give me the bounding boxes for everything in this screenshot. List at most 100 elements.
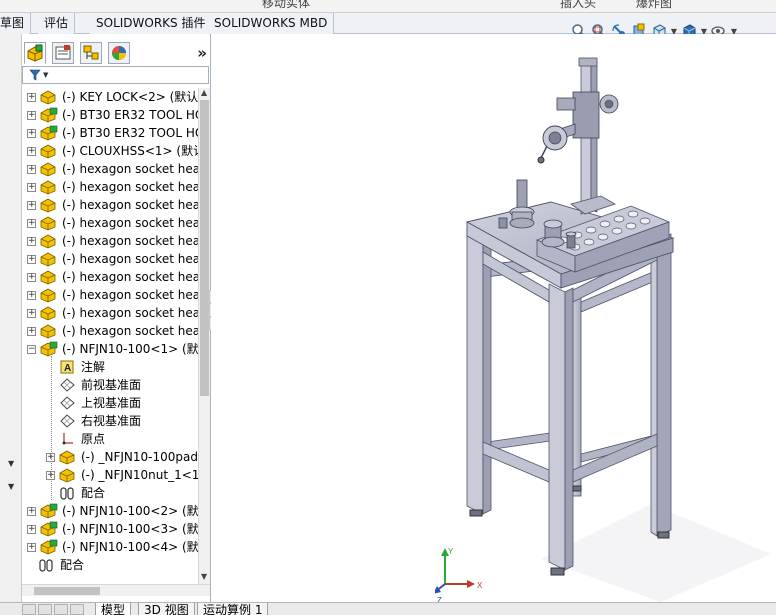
tab-solidworks-addins[interactable]: SOLIDWORKS 插件 bbox=[90, 13, 213, 34]
configuration-manager-tab[interactable] bbox=[80, 42, 102, 64]
tree-item[interactable]: 前视基准面 bbox=[22, 376, 198, 394]
chevron-down-icon[interactable]: ▼ bbox=[43, 71, 48, 79]
tree-item[interactable]: + (-) hexagon socket hea bbox=[22, 196, 198, 214]
tree-item[interactable]: + (-) hexagon socket hea bbox=[22, 322, 198, 340]
solidworks-window: 移动实体 插入头 爆炸图 草图 评估 SOLIDWORKS 插件 SOLIDWO… bbox=[0, 0, 776, 615]
tree-item-label: (-) hexagon socket hea bbox=[62, 324, 198, 338]
tab-motion-study-1[interactable]: 运动算例 1 bbox=[197, 603, 269, 615]
tree-item[interactable]: + (-) BT30 ER32 TOOL HO bbox=[22, 124, 198, 142]
scroll-down-arrow-icon[interactable]: ▼ bbox=[201, 572, 207, 581]
expand-toggle-icon[interactable]: + bbox=[27, 273, 36, 282]
expand-toggle-icon[interactable]: + bbox=[27, 219, 36, 228]
expand-toggle-icon[interactable]: + bbox=[27, 93, 36, 102]
tab-3d-view[interactable]: 3D 视图 bbox=[138, 603, 195, 615]
assembly-icon bbox=[40, 341, 58, 357]
tree-item[interactable]: − (-) NFJN10-100<1> (默 bbox=[22, 340, 198, 358]
expand-toggle-icon[interactable]: + bbox=[27, 543, 36, 552]
tree-item[interactable]: A 注解 bbox=[22, 358, 198, 376]
tree-item[interactable]: + (-) hexagon socket hea bbox=[22, 250, 198, 268]
tree-vertical-scrollbar[interactable]: ▲ ▼ bbox=[198, 88, 210, 584]
plane-icon bbox=[59, 377, 77, 393]
expand-toggle-icon[interactable]: + bbox=[27, 255, 36, 264]
tree-item-label: (-) CLOUXHSS<1> (默认 bbox=[62, 144, 198, 158]
tab-model[interactable]: 模型 bbox=[95, 603, 132, 615]
tree-item[interactable]: + (-) NFJN10-100<3> (默 bbox=[22, 520, 198, 538]
scrollbar-thumb[interactable] bbox=[200, 100, 209, 396]
tree-item[interactable]: + (-) hexagon socket hea bbox=[22, 232, 198, 250]
tree-item-label: 原点 bbox=[81, 432, 106, 446]
tree-connector-line bbox=[51, 356, 52, 500]
chevron-down-icon[interactable]: ▼ bbox=[8, 482, 14, 491]
tree-item[interactable]: + (-) NFJN10-100<4> (默 bbox=[22, 538, 198, 556]
tree-item[interactable]: + (-) hexagon socket hea bbox=[22, 286, 198, 304]
tree-item[interactable]: + (-) NFJN10-100<2> (默 bbox=[22, 502, 198, 520]
last-tab-button[interactable] bbox=[70, 604, 84, 615]
expand-toggle-icon[interactable]: + bbox=[27, 525, 36, 534]
expand-toggle-icon[interactable]: + bbox=[27, 507, 36, 516]
tree-item[interactable]: + (-) hexagon socket hea bbox=[22, 178, 198, 196]
tree-item[interactable]: + (-) hexagon socket hea bbox=[22, 160, 198, 178]
tree-item[interactable]: + (-) KEY LOCK<2> (默认 bbox=[22, 88, 198, 106]
part-icon bbox=[40, 197, 58, 213]
scroll-up-arrow-icon[interactable]: ▲ bbox=[201, 88, 207, 97]
insert-head-button[interactable]: 插入头 bbox=[560, 0, 596, 11]
part-icon bbox=[59, 467, 77, 483]
filter-icon[interactable] bbox=[29, 69, 41, 81]
expand-toggle-icon[interactable]: + bbox=[27, 147, 36, 156]
expand-toggle-icon[interactable]: + bbox=[27, 165, 36, 174]
tree-item[interactable]: + (-) hexagon socket hea bbox=[22, 304, 198, 322]
svg-text:A: A bbox=[64, 363, 71, 374]
exploded-view-button[interactable]: 爆炸图 bbox=[636, 0, 672, 11]
display-manager-icon bbox=[112, 46, 126, 60]
display-manager-tab[interactable] bbox=[108, 42, 130, 64]
expand-toggle-icon[interactable]: + bbox=[27, 327, 36, 336]
tree-item[interactable]: + (-) hexagon socket hea bbox=[22, 268, 198, 286]
tree-item[interactable]: 右视基准面 bbox=[22, 412, 198, 430]
feature-manager-tabs: » bbox=[22, 42, 211, 66]
tree-filter-bar[interactable]: ▼ bbox=[22, 66, 209, 84]
tree-item[interactable]: 原点 bbox=[22, 430, 198, 448]
tree-item[interactable]: 配合 bbox=[22, 556, 198, 574]
machine-stand-model[interactable] bbox=[211, 34, 776, 602]
tree-horizontal-scrollbar[interactable] bbox=[22, 584, 210, 596]
collapse-toggle-icon[interactable]: − bbox=[27, 345, 36, 354]
tab-solidworks-mbd[interactable]: SOLIDWORKS MBD bbox=[208, 13, 335, 34]
first-tab-button[interactable] bbox=[22, 604, 36, 615]
move-body-button[interactable]: 移动实体 bbox=[262, 0, 310, 11]
assembly-icon bbox=[40, 521, 58, 537]
tree-item-label: 配合 bbox=[81, 486, 106, 500]
next-tab-button[interactable] bbox=[54, 604, 68, 615]
part-icon bbox=[40, 215, 58, 231]
configuration-manager-icon bbox=[83, 45, 99, 60]
expand-panel-button[interactable]: » bbox=[197, 44, 207, 62]
tree-item-label: (-) BT30 ER32 TOOL HO bbox=[62, 108, 198, 122]
tree-item-label: (-) NFJN10-100<3> (默 bbox=[62, 522, 198, 536]
property-manager-tab[interactable] bbox=[52, 42, 74, 64]
expand-toggle-icon[interactable]: + bbox=[27, 237, 36, 246]
prev-tab-button[interactable] bbox=[38, 604, 52, 615]
expand-toggle-icon[interactable]: + bbox=[27, 111, 36, 120]
tab-evaluate[interactable]: 评估 bbox=[38, 13, 76, 34]
expand-toggle-icon[interactable]: + bbox=[27, 129, 36, 138]
tree-item[interactable]: 配合 bbox=[22, 484, 198, 502]
expand-toggle-icon[interactable]: + bbox=[27, 183, 36, 192]
part-icon bbox=[40, 179, 58, 195]
tree-item[interactable]: + (-) BT30 ER32 TOOL HO bbox=[22, 106, 198, 124]
chevron-down-icon[interactable]: ▼ bbox=[8, 459, 14, 468]
tree-item[interactable]: + (-) _NFJN10nut_1<1 bbox=[22, 466, 198, 484]
scrollbar-thumb[interactable] bbox=[34, 587, 100, 595]
expand-toggle-icon[interactable]: + bbox=[27, 291, 36, 300]
tree-item[interactable]: + (-) CLOUXHSS<1> (默认 bbox=[22, 142, 198, 160]
graphics-viewport[interactable]: Y X Z bbox=[211, 34, 776, 602]
tree-item[interactable]: + (-) hexagon socket hea bbox=[22, 214, 198, 232]
tree-item-label: (-) NFJN10-100<4> (默 bbox=[62, 540, 198, 554]
tab-sketch[interactable]: 草图 bbox=[0, 13, 32, 34]
tree-item[interactable]: 上视基准面 bbox=[22, 394, 198, 412]
tree-item-label: (-) _NFJN10-100pad bbox=[81, 450, 198, 464]
bottom-tab-bar: 模型 3D 视图 运动算例 1 bbox=[0, 602, 776, 615]
tree-item[interactable]: + (-) _NFJN10-100pad bbox=[22, 448, 198, 466]
feature-tree-tab[interactable] bbox=[24, 42, 46, 64]
expand-toggle-icon[interactable]: + bbox=[27, 201, 36, 210]
expand-toggle-icon[interactable]: + bbox=[27, 309, 36, 318]
tree-item-label: (-) hexagon socket hea bbox=[62, 288, 198, 302]
